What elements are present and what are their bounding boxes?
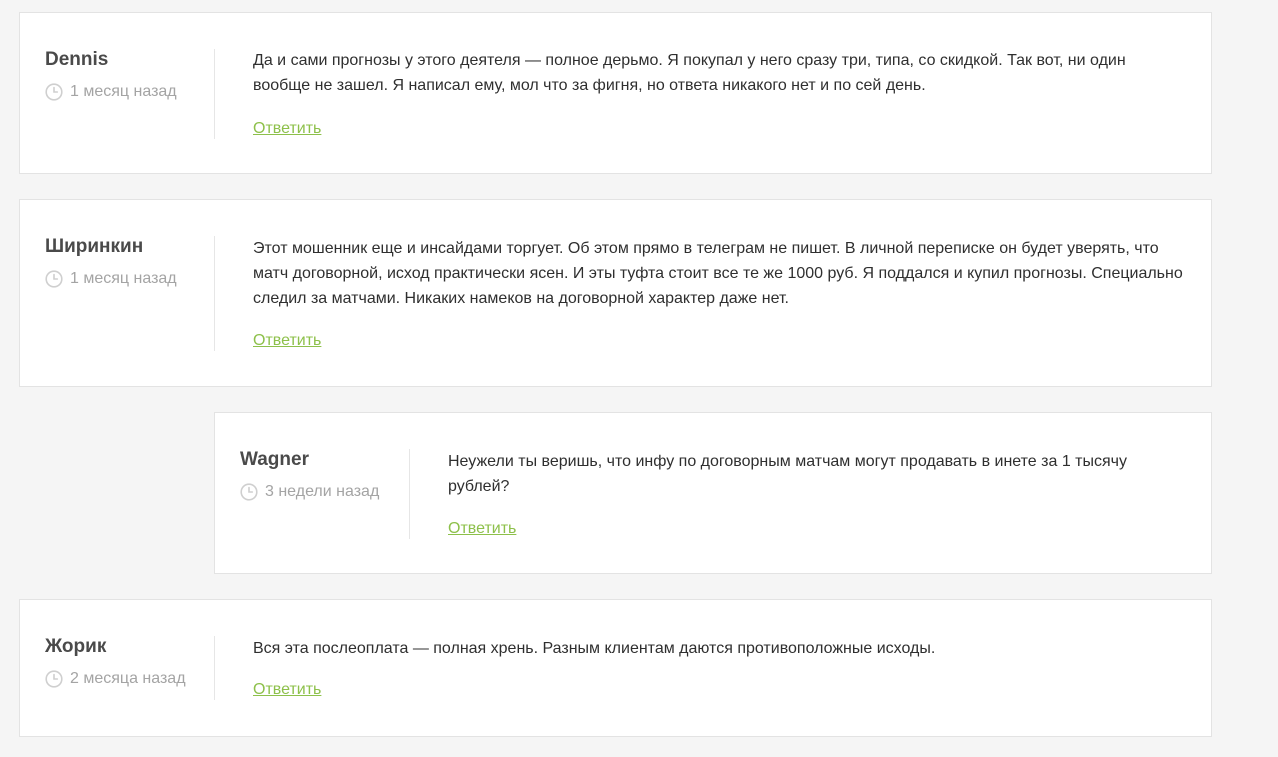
comments-list: Dennis 1 месяц назад Да и сами прогнозы … [0,0,1278,757]
comment-text: Неужели ты веришь, что инфу по договорны… [448,453,1127,495]
comment-meta: Ширинкин 1 месяц назад [45,236,215,351]
clock-icon [45,83,63,101]
comment-card-reply: Wagner 3 недели назад Неужели ты веришь,… [214,412,1212,574]
reply-link[interactable]: Ответить [448,520,516,538]
comment-text: Этот мошенник еще и инсайдами торгует. О… [253,240,1183,307]
comment-author: Ширинкин [45,236,144,257]
comment-date-label: 1 месяц назад [70,83,177,100]
comment-text: Вся эта послеоплата — полная хрень. Разн… [253,640,936,657]
comment-text: Да и сами прогнозы у этого деятеля — пол… [253,52,1126,94]
comment-meta: Wagner 3 недели назад [240,449,410,539]
comment-date: 3 недели назад [240,483,379,501]
reply-link[interactable]: Ответить [253,120,321,138]
comment-card: Жорик 2 месяца назад Вся эта послеоплата… [19,599,1212,737]
clock-icon [240,483,258,501]
comment-author: Жорик [45,636,107,657]
clock-icon [45,270,63,288]
comment-card: Ширинкин 1 месяц назад Этот мошенник еще… [19,199,1212,387]
comment-date-label: 2 месяца назад [70,670,186,687]
reply-link[interactable]: Ответить [253,332,321,350]
comment-date-label: 1 месяц назад [70,270,177,287]
reply-link[interactable]: Ответить [253,681,321,699]
comment-meta: Жорик 2 месяца назад [45,636,215,700]
clock-icon [45,670,63,688]
comment-card: Dennis 1 месяц назад Да и сами прогнозы … [19,12,1212,174]
comment-meta: Dennis 1 месяц назад [45,49,215,139]
comment-date: 2 месяца назад [45,670,186,688]
comment-author: Dennis [45,49,109,70]
comment-date: 1 месяц назад [45,83,177,101]
comment-date: 1 месяц назад [45,270,177,288]
comment-date-label: 3 недели назад [265,483,380,500]
comment-author: Wagner [240,449,309,470]
